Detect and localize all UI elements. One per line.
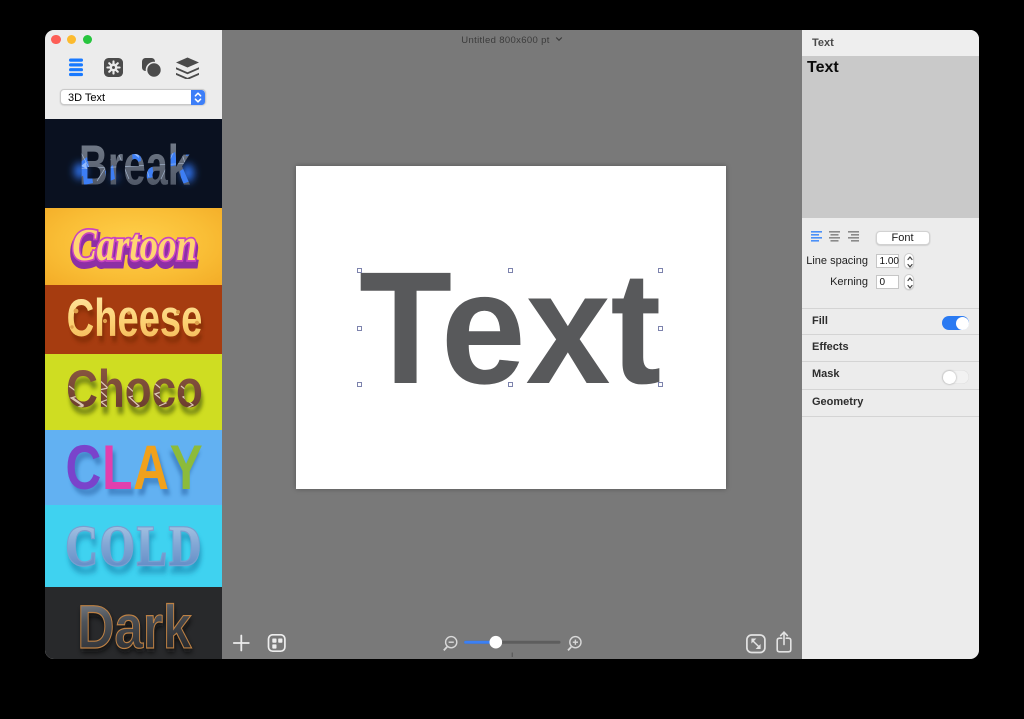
svg-text:Choco: Choco — [66, 360, 203, 419]
svg-text:Dark: Dark — [77, 594, 192, 659]
svg-text:Cheese: Cheese — [67, 288, 203, 348]
svg-text:Cartoon: Cartoon — [72, 220, 197, 271]
svg-text:COLD: COLD — [66, 515, 204, 579]
svg-text:CLAY: CLAY — [66, 432, 204, 503]
